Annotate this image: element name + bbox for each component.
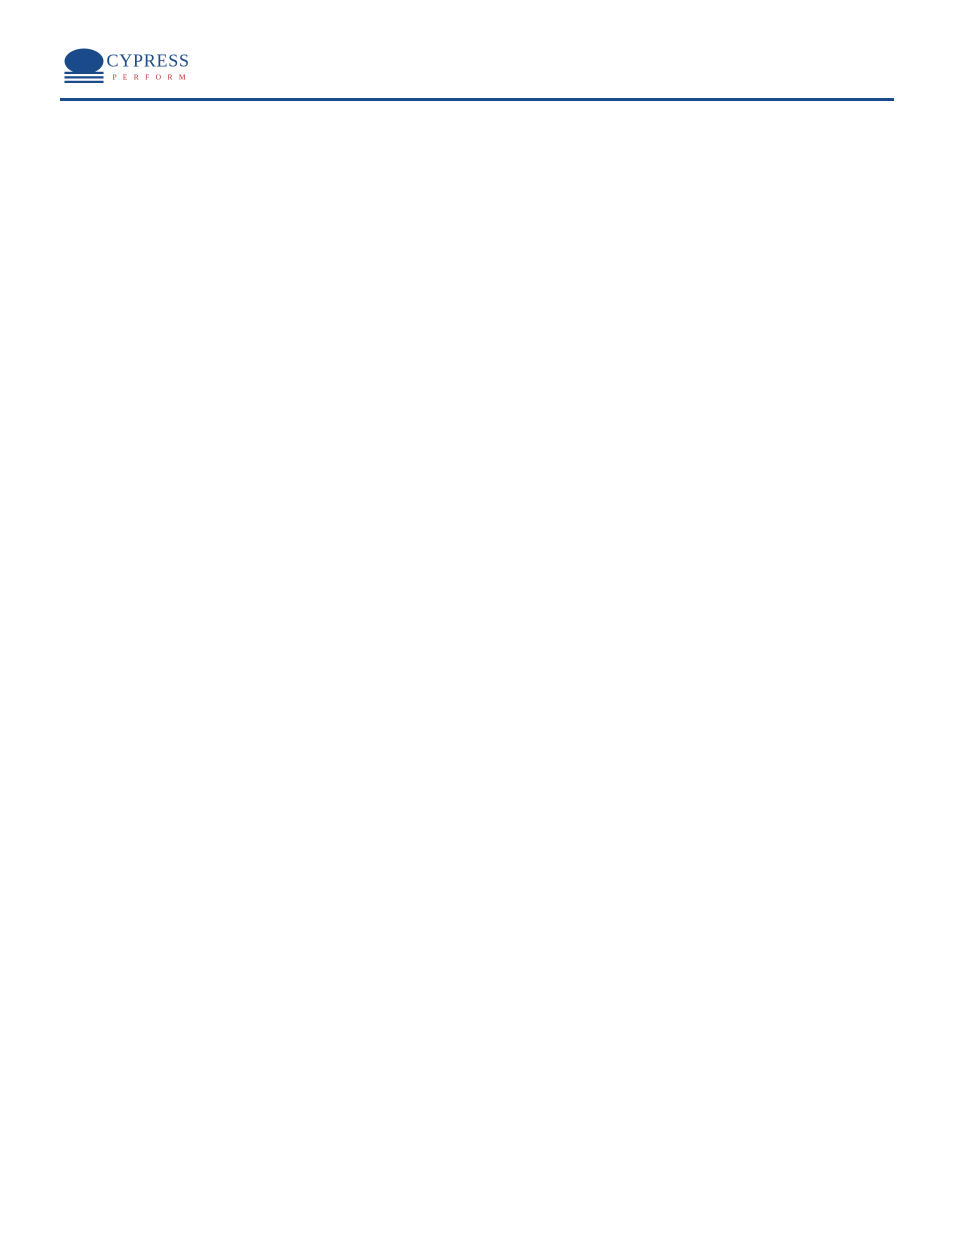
svg-text:P E R F O R M: P E R F O R M xyxy=(113,72,188,81)
col-2v5 xyxy=(497,129,894,279)
figure8-circuit xyxy=(497,139,894,259)
page-header: CYPRESS P E R F O R M xyxy=(60,40,894,101)
svg-text:CYPRESS: CYPRESS xyxy=(107,51,190,71)
test-conditions-columns xyxy=(60,129,894,279)
col-3v3 xyxy=(60,129,457,279)
cypress-logo-icon: CYPRESS P E R F O R M xyxy=(60,40,210,96)
figure7-circuit xyxy=(60,139,457,259)
brand-logo: CYPRESS P E R F O R M xyxy=(60,40,210,96)
